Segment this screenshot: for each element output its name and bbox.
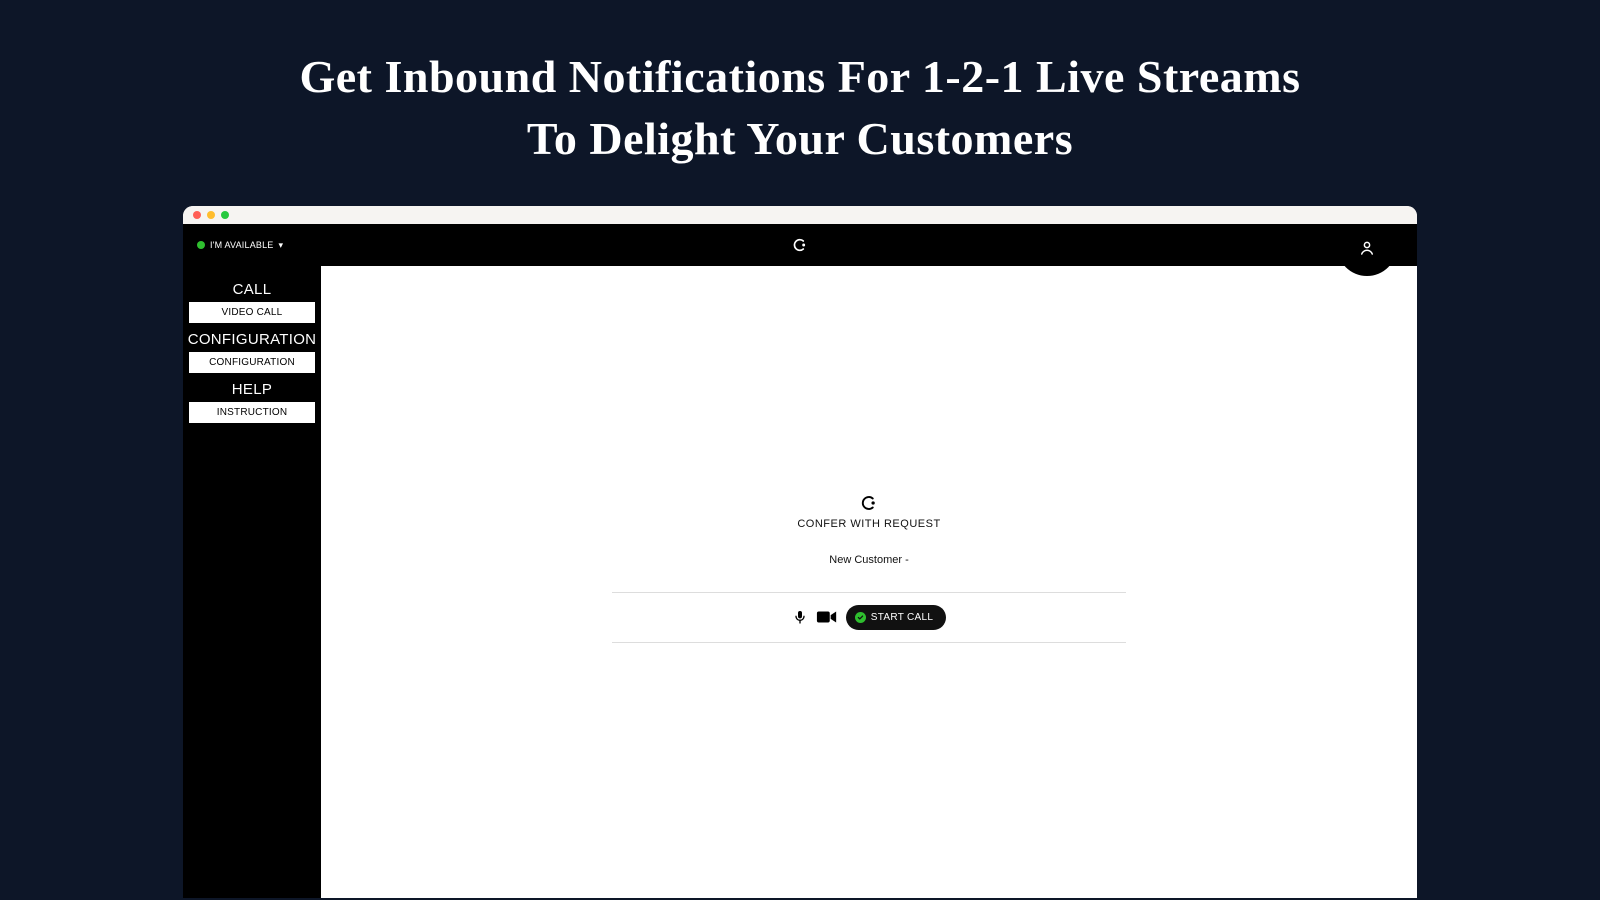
notification-controls: START CALL	[612, 592, 1126, 643]
availability-toggle[interactable]: I'M AVAILABLE ▾	[197, 240, 283, 250]
sidebar-item-instruction[interactable]: INSTRUCTION	[189, 402, 315, 423]
window-minimize-dot[interactable]	[207, 211, 215, 219]
chevron-down-icon: ▾	[279, 241, 284, 250]
user-icon	[1358, 239, 1376, 262]
content-area: CONFER WITH REQUEST New Customer -	[321, 266, 1417, 898]
page-heading-line1: Get Inbound Notifications For 1-2-1 Live…	[299, 51, 1300, 102]
check-icon	[855, 612, 866, 623]
page-heading: Get Inbound Notifications For 1-2-1 Live…	[0, 0, 1600, 206]
window-close-dot[interactable]	[193, 211, 201, 219]
notification-logo-icon	[860, 494, 878, 512]
microphone-icon[interactable]	[792, 608, 808, 626]
app-window: I'M AVAILABLE ▾ CALL VIDEO CALL CONFIGUR…	[183, 206, 1417, 898]
start-call-label: START CALL	[871, 612, 933, 623]
sidebar-item-video-call[interactable]: VIDEO CALL	[189, 302, 315, 323]
availability-label: I'M AVAILABLE	[210, 240, 274, 250]
app-body: CALL VIDEO CALL CONFIGURATION CONFIGURAT…	[183, 266, 1417, 898]
notification-customer: New Customer -	[612, 554, 1126, 566]
sidebar-heading-help: HELP	[183, 376, 321, 402]
window-maximize-dot[interactable]	[221, 211, 229, 219]
sidebar: CALL VIDEO CALL CONFIGURATION CONFIGURAT…	[183, 266, 321, 898]
notification-title: CONFER WITH REQUEST	[612, 518, 1126, 530]
sidebar-heading-call: CALL	[183, 276, 321, 302]
brand-logo-icon	[792, 237, 808, 253]
app-header: I'M AVAILABLE ▾	[183, 224, 1417, 266]
page-heading-line2: To Delight Your Customers	[527, 113, 1073, 164]
sidebar-heading-configuration: CONFIGURATION	[183, 326, 321, 352]
status-dot-icon	[197, 241, 205, 249]
inbound-notification: CONFER WITH REQUEST New Customer -	[612, 494, 1126, 643]
start-call-button[interactable]: START CALL	[846, 605, 946, 630]
camera-icon[interactable]	[816, 609, 838, 625]
sidebar-item-configuration[interactable]: CONFIGURATION	[189, 352, 315, 373]
macos-titlebar	[183, 206, 1417, 224]
